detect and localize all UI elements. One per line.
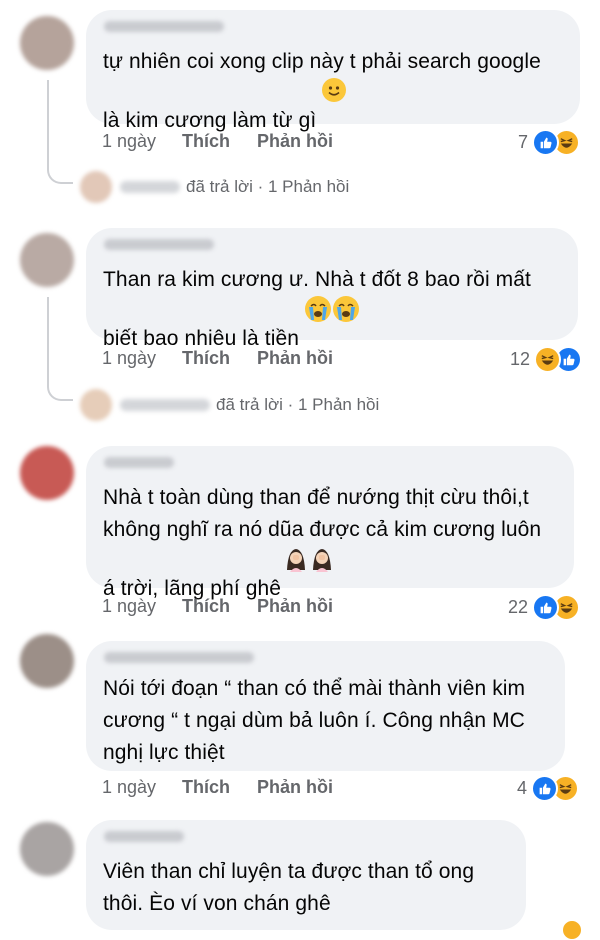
author-name-blurred[interactable]	[104, 831, 184, 842]
like-link[interactable]: Thích	[182, 348, 230, 369]
author-name-blurred[interactable]	[104, 652, 254, 663]
author-name-blurred[interactable]	[104, 21, 224, 32]
comment-text: Viên than chỉ luyện ta được than tổ ong …	[103, 860, 475, 915]
thread-line	[47, 80, 49, 166]
replier-name-blurred	[120, 399, 210, 411]
reply-summary-row[interactable]: đã trả lời · 1 Phản hồi	[80, 170, 349, 204]
avatar[interactable]	[20, 16, 74, 70]
author-name-blurred[interactable]	[104, 457, 174, 468]
slightly-smiling-face-icon	[322, 78, 347, 102]
reaction-summary[interactable]: 7	[518, 128, 581, 156]
reply-link[interactable]: Phản hồi	[257, 777, 333, 798]
reaction-count: 22	[508, 596, 529, 617]
like-icon	[532, 128, 560, 156]
comment-text: tự nhiên coi xong clip này t phải search…	[103, 50, 541, 132]
reaction-count: 12	[510, 348, 531, 369]
avatar[interactable]	[20, 446, 74, 500]
thread-curve	[47, 383, 73, 401]
like-link[interactable]: Thích	[182, 777, 230, 798]
reaction-count: 7	[518, 131, 529, 152]
avatar[interactable]	[20, 822, 74, 876]
timestamp[interactable]: 1 ngày	[102, 348, 156, 369]
like-link[interactable]: Thích	[182, 131, 230, 152]
reply-summary-text: đã trả lời · 1 Phản hồi	[186, 177, 350, 196]
avatar[interactable]	[20, 233, 74, 287]
reply-summary-row[interactable]: đã trả lời · 1 Phản hồi	[80, 388, 379, 422]
comment-text: Than ra kim cương ư. Nhà t đốt 8 bao rồi…	[103, 268, 531, 350]
thread-curve	[47, 166, 73, 184]
comment-bubble: Viên than chỉ luyện ta được than tổ ong …	[86, 820, 526, 930]
loudly-crying-face-icon	[304, 296, 331, 322]
like-icon	[531, 774, 559, 802]
timestamp[interactable]: 1 ngày	[102, 777, 156, 798]
comment-bubble: Than ra kim cương ư. Nhà t đốt 8 bao rồi…	[86, 228, 578, 350]
timestamp[interactable]: 1 ngày	[102, 596, 156, 617]
like-link[interactable]: Thích	[182, 596, 230, 617]
comment-bubble: tự nhiên coi xong clip này t phải search…	[86, 10, 580, 132]
loudly-crying-face-icon	[332, 296, 359, 322]
reply-link[interactable]: Phản hồi	[257, 348, 333, 369]
reply-summary-text: đã trả lời · 1 Phản hồi	[216, 395, 380, 414]
reply-link[interactable]: Phản hồi	[257, 596, 333, 617]
timestamp[interactable]: 1 ngày	[102, 131, 156, 152]
reaction-summary[interactable]: 12	[510, 345, 583, 373]
thread-line	[47, 297, 49, 383]
woman-facepalming-icon	[309, 546, 335, 572]
like-icon	[532, 593, 560, 621]
author-name-blurred[interactable]	[104, 239, 214, 250]
comment-bubble: Nhà t toàn dùng than để nướng thịt cừu t…	[86, 446, 574, 600]
haha-icon-partial	[562, 920, 582, 940]
haha-icon	[534, 345, 562, 373]
woman-facepalming-icon	[283, 546, 309, 572]
reaction-summary[interactable]: 22	[508, 593, 581, 621]
reply-link[interactable]: Phản hồi	[257, 131, 333, 152]
replier-name-blurred	[120, 181, 180, 193]
reaction-summary[interactable]: 4	[517, 774, 580, 802]
replier-avatar	[80, 389, 112, 421]
comment-text: Nhà t toàn dùng than để nướng thịt cừu t…	[103, 486, 542, 600]
replier-avatar	[80, 171, 112, 203]
comment-bubble: Nói tới đoạn “ than có thể mài thành viê…	[86, 641, 565, 771]
reaction-count: 4	[517, 777, 528, 798]
comment-text: Nói tới đoạn “ than có thể mài thành viê…	[103, 677, 526, 764]
avatar[interactable]	[20, 634, 74, 688]
